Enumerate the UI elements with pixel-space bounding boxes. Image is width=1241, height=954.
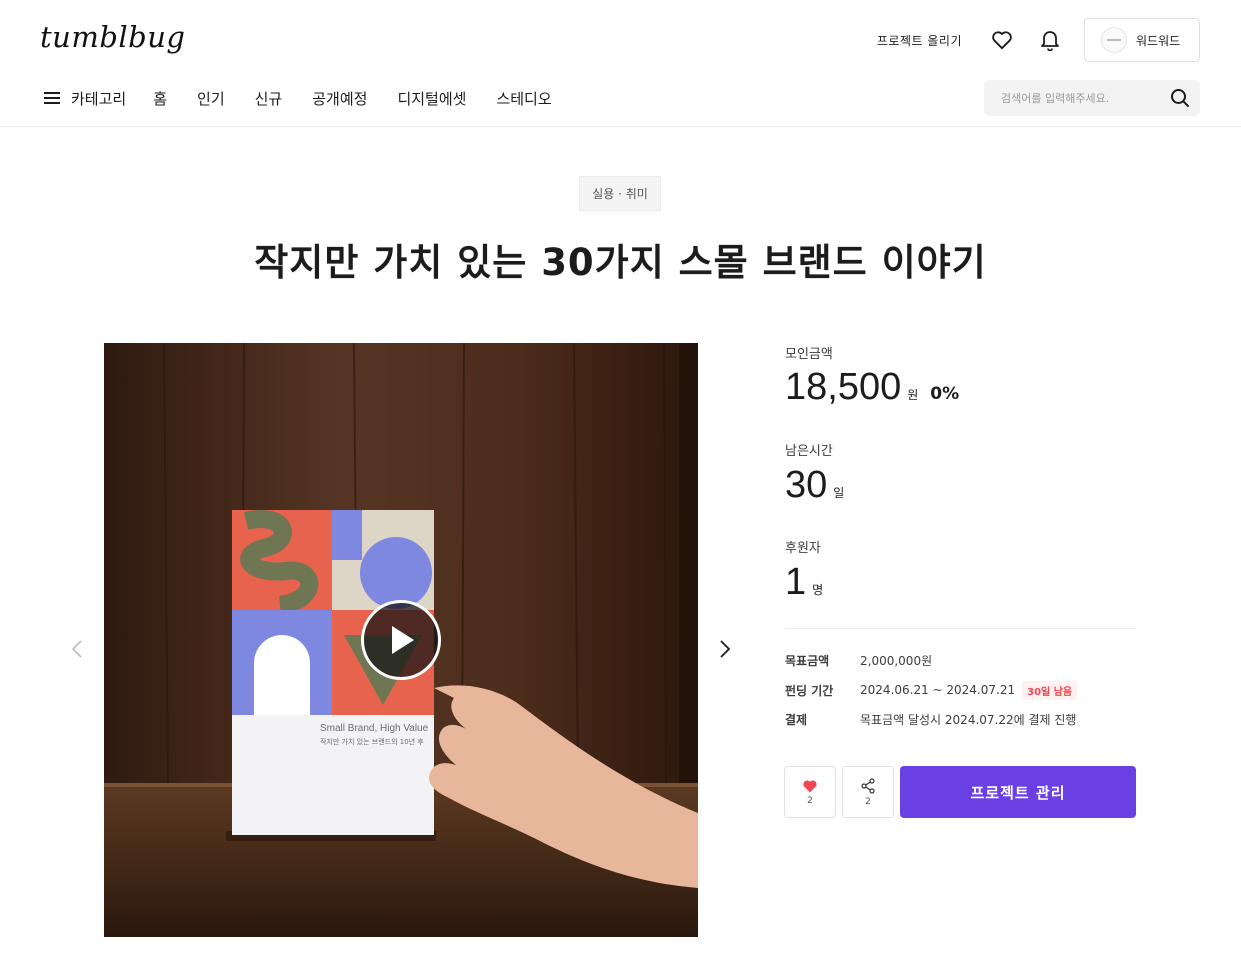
avatar bbox=[1101, 27, 1127, 53]
heart-filled-icon bbox=[803, 780, 817, 792]
period-label: 펀딩 기간 bbox=[785, 683, 834, 698]
share-button[interactable]: 2 bbox=[842, 766, 894, 818]
like-count: 2 bbox=[807, 795, 813, 806]
heart-icon[interactable] bbox=[990, 28, 1014, 52]
share-count: 2 bbox=[865, 796, 871, 807]
divider bbox=[785, 628, 1136, 629]
search-box bbox=[984, 80, 1200, 116]
nav-item-new[interactable]: 신규 bbox=[255, 88, 283, 109]
category-badge[interactable]: 실용 · 취미 bbox=[579, 176, 661, 211]
time-label: 남은시간 bbox=[785, 444, 833, 459]
nav-item-category[interactable]: 카테고리 bbox=[44, 88, 126, 109]
period-value: 2024.06.21 ~ 2024.07.21 bbox=[860, 683, 1016, 697]
book-subtitle: 작지만 가치 있는 브랜드의 10년 후 bbox=[320, 738, 424, 746]
like-button[interactable]: 2 bbox=[784, 766, 836, 818]
project-title: 작지만 가치 있는 30가지 스몰 브랜드 이야기 bbox=[254, 241, 987, 284]
profile-name: 워드워드 bbox=[1136, 33, 1181, 48]
upload-project-link[interactable]: 프로젝트 올리기 bbox=[877, 32, 962, 49]
share-icon bbox=[861, 777, 875, 794]
bell-icon[interactable] bbox=[1038, 28, 1062, 52]
backers-unit: 명 bbox=[812, 583, 824, 597]
payment-label: 결제 bbox=[785, 712, 808, 727]
nav-item-label: 카테고리 bbox=[71, 89, 127, 108]
backers-count: 1 명 bbox=[785, 561, 823, 604]
chevron-left-icon[interactable] bbox=[67, 637, 87, 661]
goal-row: 목표금액 2,000,000원 bbox=[785, 650, 932, 670]
raised-label: 모인금액 bbox=[785, 347, 833, 362]
search-input[interactable] bbox=[984, 80, 1164, 116]
nav-item-popular[interactable]: 인기 bbox=[197, 88, 225, 109]
payment-row: 결제 목표금액 달성시 2024.07.22에 결제 진행 bbox=[785, 709, 1076, 729]
goal-value: 2,000,000원 bbox=[860, 653, 933, 668]
remaining-days-badge: 30일 남음 bbox=[1022, 680, 1078, 700]
play-icon bbox=[392, 626, 414, 654]
nav-item-studio[interactable]: 스테디오 bbox=[496, 88, 551, 109]
nav-item-upcoming[interactable]: 공개예정 bbox=[312, 88, 367, 109]
main-nav: 카테고리 홈 인기 신규 공개예정 디지털에셋 스테디오 bbox=[44, 86, 582, 110]
play-button[interactable] bbox=[361, 600, 441, 680]
time-remaining: 30 일 bbox=[785, 464, 844, 507]
raised-percent: 0% bbox=[930, 384, 960, 404]
header-actions: 프로젝트 올리기 워드워드 bbox=[877, 18, 1200, 62]
goal-label: 목표금액 bbox=[785, 653, 830, 668]
raised-unit: 원 bbox=[907, 388, 919, 402]
menu-icon bbox=[44, 92, 60, 104]
time-value: 30 bbox=[785, 464, 828, 506]
backers-label: 후원자 bbox=[785, 541, 821, 556]
raised-amount: 18,500 원 0% bbox=[785, 366, 959, 409]
manage-project-button[interactable]: 프로젝트 관리 bbox=[900, 766, 1136, 818]
tumblbug-logo[interactable]: tumblbug bbox=[40, 20, 185, 54]
nav-item-home[interactable]: 홈 bbox=[153, 88, 167, 109]
backers-value: 1 bbox=[785, 561, 807, 603]
search-icon[interactable] bbox=[1170, 88, 1190, 112]
period-row: 펀딩 기간 2024.06.21 ~ 2024.07.21 30일 남음 bbox=[785, 680, 1078, 700]
book-title-en: Small Brand, High Value bbox=[320, 723, 429, 734]
nav-item-digital-assets[interactable]: 디지털에셋 bbox=[397, 88, 466, 109]
project-video[interactable]: Small Brand, High Value 작지만 가치 있는 브랜드의 1… bbox=[104, 343, 698, 937]
raised-value: 18,500 bbox=[785, 366, 902, 408]
site-header: tumblbug 프로젝트 올리기 워드워드 카테고리 홈 인기 신규 공개예정… bbox=[0, 0, 1241, 127]
time-unit: 일 bbox=[833, 486, 845, 500]
profile-button[interactable]: 워드워드 bbox=[1084, 18, 1200, 62]
chevron-right-icon[interactable] bbox=[715, 637, 735, 661]
payment-value: 목표금액 달성시 2024.07.22에 결제 진행 bbox=[860, 712, 1077, 727]
